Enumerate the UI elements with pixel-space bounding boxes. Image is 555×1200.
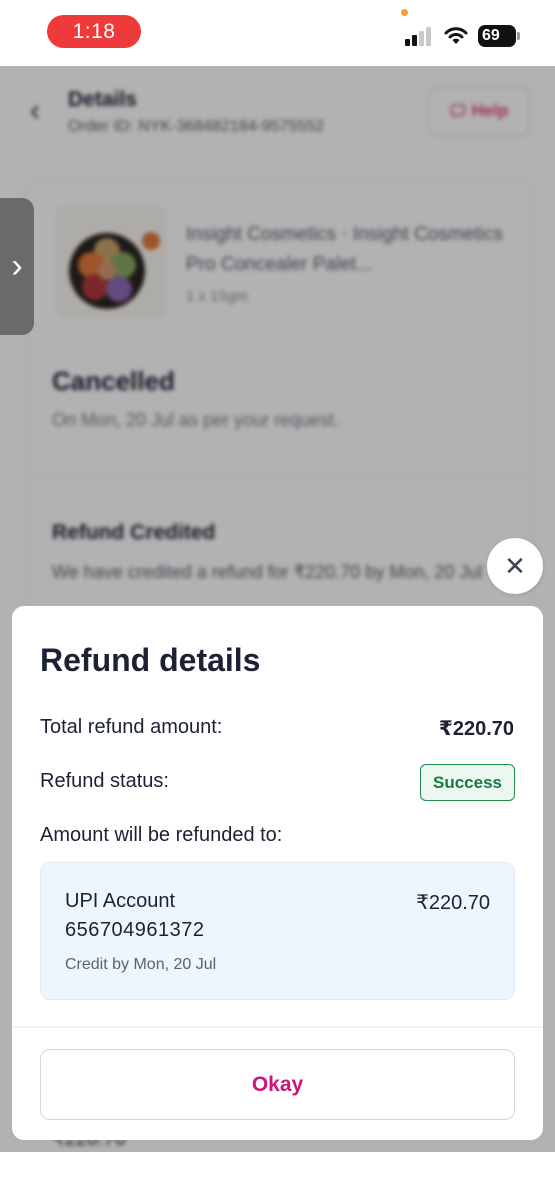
total-refund-value: ₹220.70 [438, 718, 514, 740]
upi-refund-amount: ₹220.70 [416, 892, 490, 914]
upi-account-card: UPI Account ₹220.70 656704961372 Credit … [40, 862, 515, 1000]
signal-icon [405, 26, 435, 46]
side-drawer-handle[interactable]: › [0, 198, 34, 335]
total-refund-label: Total refund amount: [40, 716, 223, 738]
privacy-indicator-dot [401, 9, 408, 16]
upi-account-title: UPI Account [65, 890, 176, 912]
refund-destination-label: Amount will be refunded to: [40, 824, 283, 846]
refund-status-label: Refund status: [40, 770, 169, 792]
footer-divider [12, 1026, 543, 1028]
close-icon: ✕ [504, 550, 526, 581]
upi-account-number: 656704961372 [65, 919, 205, 941]
chevron-right-icon: › [11, 247, 23, 285]
status-time: 1:18 [47, 15, 141, 48]
battery-level: 69 [482, 27, 500, 44]
upi-credit-date: Credit by Mon, 20 Jul [65, 956, 217, 973]
sheet-title: Refund details [40, 642, 261, 678]
wifi-icon [444, 27, 468, 44]
battery-icon: 69 [478, 25, 520, 47]
status-badge: Success [420, 764, 515, 801]
refund-details-sheet: Refund details Total refund amount: ₹220… [12, 606, 543, 1140]
status-bar: 1:18 69 [0, 0, 555, 66]
close-button[interactable]: ✕ [487, 538, 543, 594]
okay-button[interactable]: Okay [40, 1049, 515, 1120]
